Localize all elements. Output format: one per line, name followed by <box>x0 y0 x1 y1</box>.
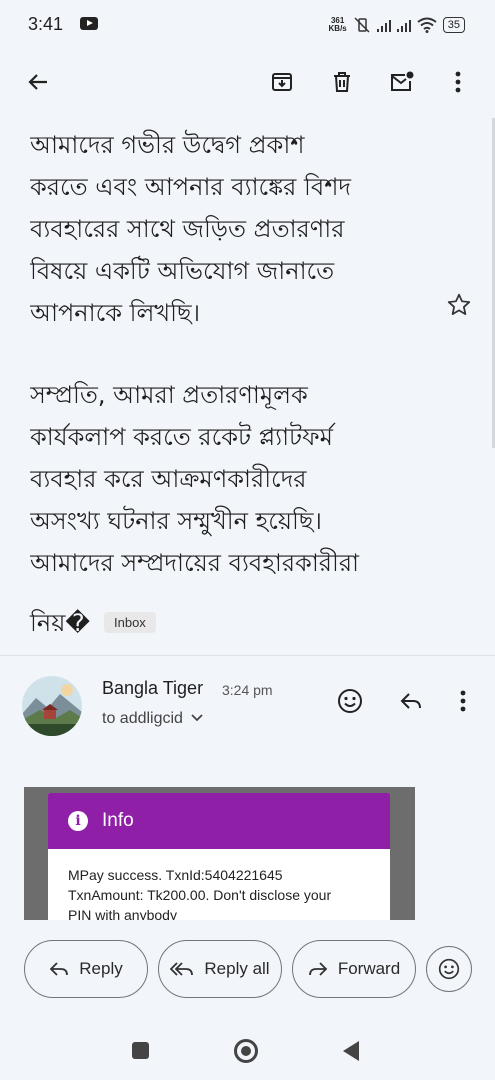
message-divider <box>0 655 495 656</box>
recipient-label: to addligcid <box>102 710 183 727</box>
home-button[interactable] <box>234 1039 258 1063</box>
screenshot-header-title: Info <box>102 810 134 831</box>
mark-unread-icon <box>391 71 414 91</box>
archive-button[interactable] <box>266 66 298 98</box>
reply-icon-button[interactable] <box>396 686 426 716</box>
screenshot-dialog: i Info MPay success. TxnId:5404221645 Tx… <box>48 793 390 920</box>
sender-avatar[interactable] <box>22 676 82 736</box>
network-speed-unit: KB/s <box>328 24 347 33</box>
email-paragraph-2: সম্প্রতি, আমরা প্রতারণামূলক কার্যকলাপ কর… <box>30 381 360 577</box>
more-options-button[interactable] <box>442 66 474 98</box>
reply-actions: Reply Reply all Forward <box>0 938 495 1004</box>
signal-icon-1 <box>376 18 391 32</box>
status-indicators: 361 KB/s 35 <box>329 16 465 34</box>
emoji-icon <box>438 958 460 980</box>
add-reaction-button[interactable] <box>335 686 365 716</box>
mark-unread-button[interactable] <box>386 66 418 98</box>
emoji-icon <box>338 689 362 713</box>
forward-icon <box>308 962 328 976</box>
recents-button[interactable] <box>132 1042 149 1059</box>
more-vert-icon <box>460 690 466 712</box>
more-vert-icon <box>455 71 461 93</box>
email-toolbar <box>0 52 495 112</box>
react-emoji-button[interactable] <box>426 946 472 992</box>
status-time: 3:41 <box>28 14 64 34</box>
chevron-down-icon <box>191 714 204 722</box>
back-button[interactable] <box>22 66 54 98</box>
delete-icon <box>334 72 350 92</box>
reply-all-icon <box>170 962 194 976</box>
info-icon: i <box>68 811 88 831</box>
reply-icon <box>400 693 421 709</box>
forward-label: Forward <box>337 959 401 978</box>
email-body-cutoff-line: ​ <box>30 112 359 124</box>
message-more-button[interactable] <box>448 686 478 716</box>
recipient-details-toggle[interactable]: to addligcid <box>102 710 204 728</box>
star-button[interactable] <box>446 292 472 322</box>
back-arrow-icon <box>28 74 47 90</box>
system-back-button[interactable] <box>343 1041 359 1061</box>
reply-all-button[interactable]: Reply all <box>158 940 282 998</box>
status-bar: 3:41 361 KB/s 35 <box>0 0 495 50</box>
signal-icon-2 <box>396 18 411 32</box>
youtube-notification-icon <box>80 17 98 30</box>
reply-icon <box>49 962 69 976</box>
archive-icon <box>272 73 292 91</box>
battery-indicator: 35 <box>442 17 465 33</box>
embedded-screenshot[interactable]: i Info MPay success. TxnId:5404221645 Tx… <box>24 787 415 920</box>
screenshot-header: i Info <box>48 793 390 849</box>
network-speed: 361 KB/s <box>329 17 347 33</box>
email-body: ​ আমাদের গভীর উদ্বেগ প্রকাশ করতে এবং আপন… <box>30 112 470 642</box>
sender-name: Bangla Tiger <box>102 678 204 698</box>
vibrate-off-icon <box>354 17 370 33</box>
reply-button[interactable]: Reply <box>24 940 148 998</box>
wifi-icon <box>417 17 437 33</box>
message-time: 3:24 pm <box>222 682 273 698</box>
screenshot-message: MPay success. TxnId:5404221645 TxnAmount… <box>68 867 332 920</box>
delete-button[interactable] <box>326 66 358 98</box>
avatar-landscape-image <box>22 676 82 736</box>
reply-label: Reply <box>79 959 123 978</box>
inbox-label-chip[interactable]: Inbox <box>104 612 156 633</box>
email-paragraph-1: আমাদের গভীর উদ্বেগ প্রকাশ করতে এবং আপনার… <box>30 131 352 327</box>
forward-button[interactable]: Forward <box>292 940 416 998</box>
reply-all-label: Reply all <box>204 959 270 978</box>
system-nav-bar <box>0 1022 495 1080</box>
email-truncated-line: নিয়� <box>30 609 90 637</box>
star-icon <box>447 293 471 315</box>
message-header[interactable]: Bangla Tiger 3:24 pm to addligcid <box>22 676 472 736</box>
